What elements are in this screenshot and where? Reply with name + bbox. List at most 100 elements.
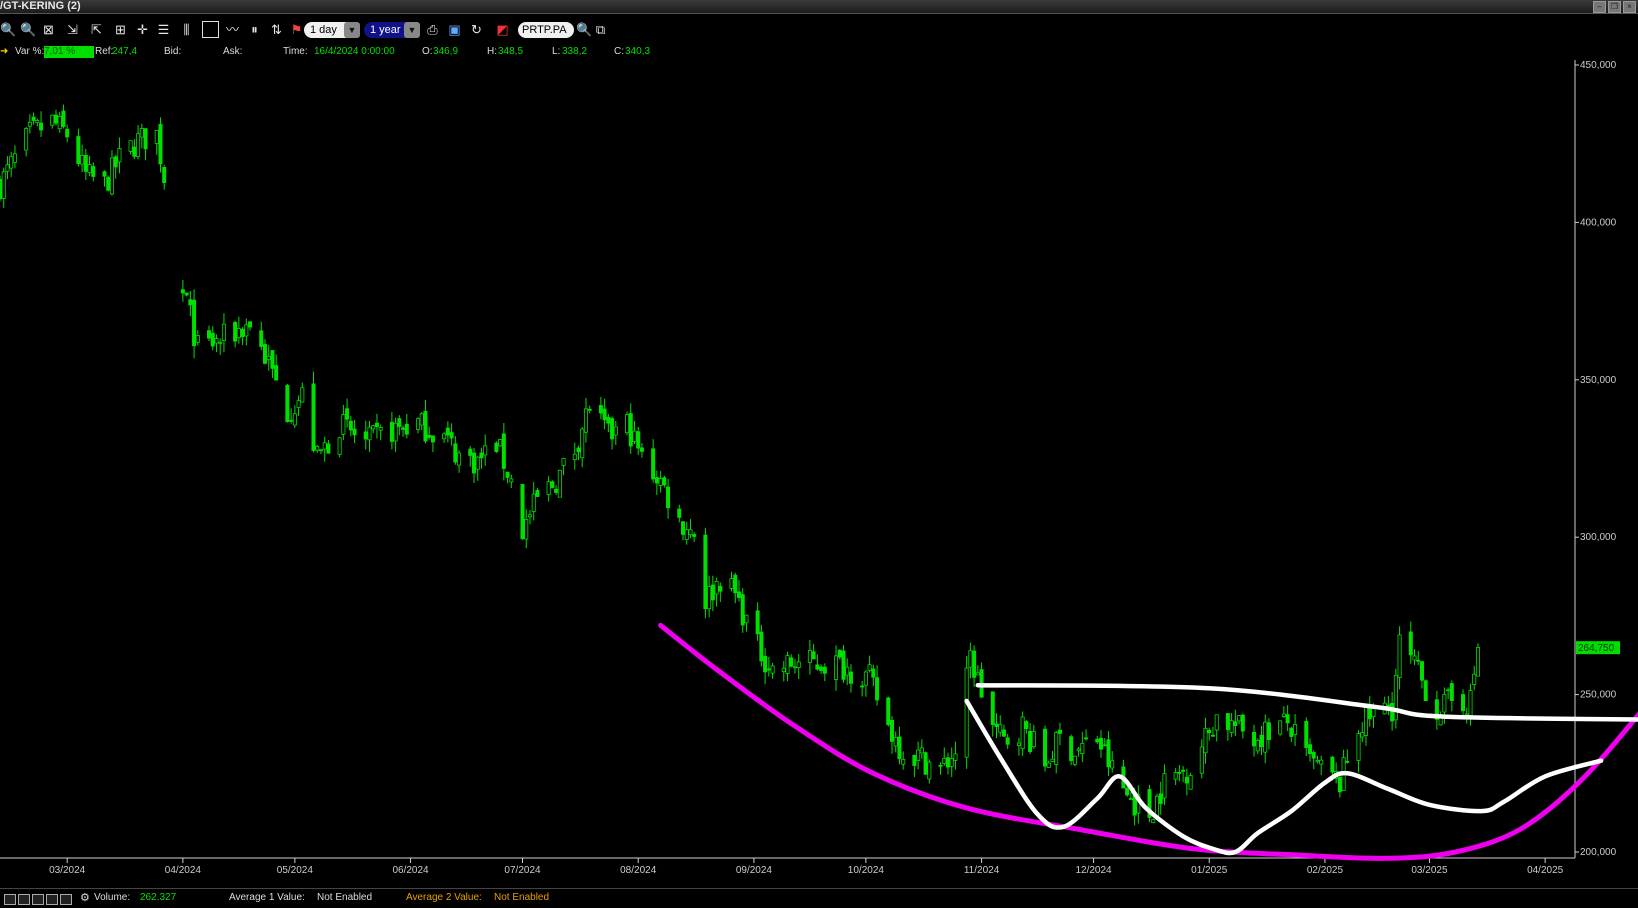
status-toggle-button[interactable]	[46, 894, 58, 905]
y-tick-label: 250,000	[1580, 690, 1617, 701]
candle-body	[815, 664, 820, 670]
candle-body	[968, 650, 973, 668]
zoom-x-in-icon[interactable]: ⇲	[64, 21, 81, 38]
candle-body	[1464, 713, 1469, 716]
candle-body	[561, 458, 566, 467]
candle-body	[1106, 739, 1111, 768]
save-icon[interactable]: ▣	[446, 21, 463, 38]
candle-body	[763, 655, 768, 673]
gear-icon[interactable]: ⚙	[80, 889, 90, 907]
candle-body	[1281, 713, 1286, 717]
flag-icon[interactable]: ⚑	[288, 21, 305, 38]
candle-body	[945, 757, 950, 768]
bars-icon[interactable]: ⫼	[178, 21, 195, 38]
low-value: 338,2	[562, 46, 588, 57]
y-tick-label: 450,000	[1580, 60, 1617, 71]
status-toggle-button[interactable]	[18, 894, 30, 905]
candle-body	[457, 452, 462, 466]
candle-body	[1207, 729, 1212, 734]
candle-body	[1028, 730, 1033, 752]
candle-body	[244, 324, 249, 337]
candle-body	[1416, 659, 1421, 662]
candle-body	[822, 666, 827, 674]
candle-body	[1151, 819, 1156, 824]
candle-body	[718, 585, 723, 592]
candle-body	[1390, 702, 1395, 722]
x-tick-label: 09/2024	[736, 865, 773, 876]
candle-body	[1319, 759, 1324, 765]
list-icon[interactable]: ☰	[155, 21, 172, 38]
candle-body	[710, 584, 715, 601]
status-toggle-button[interactable]	[32, 894, 44, 905]
zoom-fit-icon[interactable]: ⊠	[40, 21, 57, 38]
status-toggle-button[interactable]	[4, 894, 16, 905]
candle-body	[938, 764, 943, 767]
x-tick-label: 06/2024	[392, 865, 429, 876]
interval-select[interactable]: 1 day ▼	[304, 22, 360, 38]
candle-body	[389, 421, 394, 442]
candle-body	[654, 477, 659, 484]
candle-body	[1020, 716, 1025, 750]
candle-body	[479, 452, 484, 459]
zoom-out-icon[interactable]: 🔍	[20, 21, 37, 38]
candle-body	[916, 749, 921, 762]
candle-body	[942, 757, 947, 764]
candle-body	[714, 580, 719, 595]
minimize-button[interactable]: –	[1593, 1, 1606, 13]
candle-body	[270, 350, 275, 369]
var-value: 7,01 %	[44, 46, 94, 58]
candle-body	[509, 478, 514, 483]
close-button[interactable]: ×	[1623, 1, 1636, 13]
candle-body	[975, 672, 980, 676]
candle-body	[625, 414, 630, 434]
crosshair-icon[interactable]: ✛	[134, 21, 151, 38]
candle-body	[1, 171, 6, 199]
candle-body	[143, 128, 148, 150]
windows-icon[interactable]: ⧉	[592, 21, 609, 38]
zoom-in-icon[interactable]: 🔍	[0, 21, 17, 38]
candle-body	[550, 481, 555, 488]
candle-body	[326, 443, 331, 454]
quote-bar: ➜ Var %: 7,01 % Ref: 247,4 Bid: Ask: Tim…	[0, 44, 1638, 60]
candle-body	[1423, 680, 1428, 701]
candle-body	[65, 128, 70, 138]
chevron-down-icon: ▼	[404, 22, 420, 38]
candle-body	[1233, 721, 1238, 726]
status-toggle-button[interactable]	[60, 894, 72, 905]
candle-body	[1203, 727, 1208, 754]
candle-body	[1225, 713, 1230, 730]
x-tick-label: 11/2024	[964, 865, 1000, 876]
close-value: 340,3	[625, 46, 651, 57]
candle-body	[919, 747, 924, 754]
search-icon[interactable]: 🔍	[576, 21, 593, 38]
ref-label: Ref:	[95, 46, 114, 57]
window-icon[interactable]	[202, 21, 219, 38]
candle-body	[610, 418, 615, 440]
print-icon[interactable]: ⎙	[424, 21, 441, 38]
range-select[interactable]: 1 year ▼	[364, 22, 420, 38]
restore-button[interactable]: ❐	[1608, 1, 1621, 13]
zoom-x-out-icon[interactable]: ⇱	[88, 21, 105, 38]
line-chart-icon[interactable]: 〰	[224, 21, 241, 38]
refresh-icon[interactable]: ↻	[468, 21, 485, 38]
zoom-all-icon[interactable]: ⊞	[112, 21, 129, 38]
candle-body	[1263, 721, 1268, 753]
symbol-input[interactable]: PRTP.PA	[518, 22, 574, 38]
candles-icon[interactable]: ⏸	[246, 21, 263, 38]
high-label: H:	[487, 46, 497, 57]
candle-body	[285, 384, 290, 422]
candle-body	[927, 761, 932, 780]
candle-body	[587, 408, 592, 411]
x-tick-label: 08/2024	[620, 865, 657, 876]
title-bar: /GT-KERING (2) – ❐ ×	[0, 0, 1638, 14]
signals-icon[interactable]: ⇅	[268, 21, 285, 38]
candle-body	[990, 691, 995, 726]
candle-body	[1356, 733, 1361, 761]
candle-body	[1099, 737, 1104, 750]
ref-value: 247,4	[112, 46, 138, 57]
candle-body	[598, 405, 603, 414]
candle-body	[531, 493, 536, 512]
color-icon[interactable]: ◩	[494, 21, 511, 38]
price-chart[interactable]: 200,000 250,000 300,000 350,000 400,000 450,0…	[0, 60, 1638, 888]
candle-body	[602, 408, 607, 421]
